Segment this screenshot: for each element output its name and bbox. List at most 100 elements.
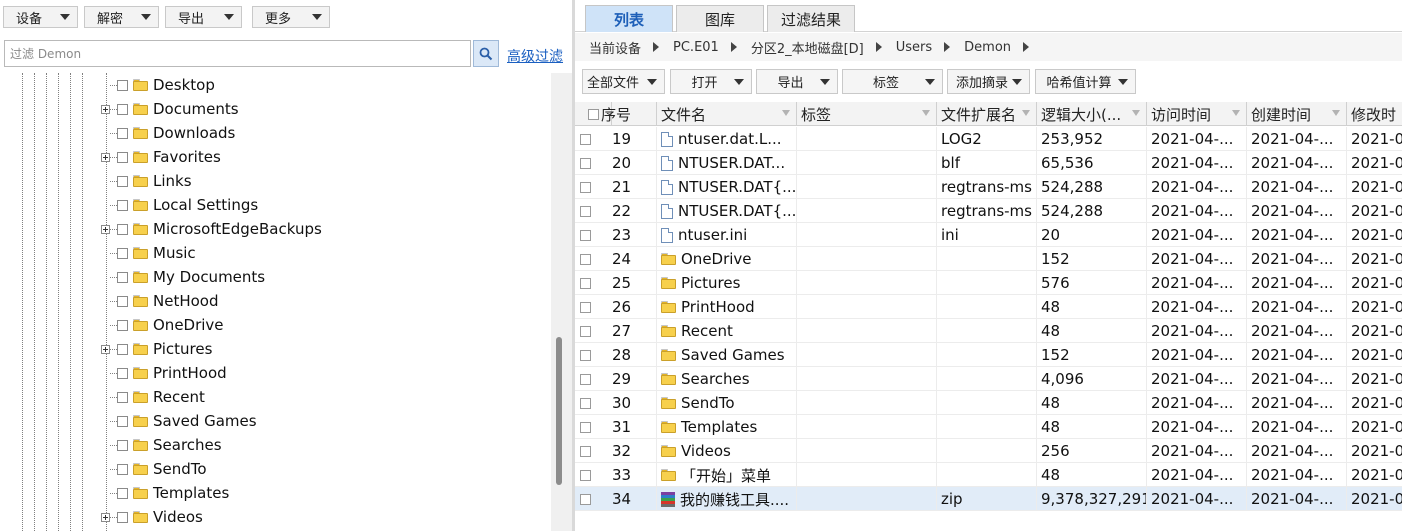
table-row[interactable]: 28 Saved Games 152 2021-04-... 2021-04-... 20… [575, 343, 1402, 367]
filter-icon[interactable] [922, 110, 930, 116]
row-checkbox[interactable] [580, 133, 591, 145]
table-row[interactable]: 20 NTUSER.DAT... blf 65,536 2021-04-... 2021-… [575, 151, 1402, 175]
tree-item-checkbox[interactable] [117, 151, 128, 163]
tree-item-checkbox[interactable] [117, 463, 128, 475]
filter-icon[interactable] [1022, 110, 1030, 116]
expand-toggle-icon[interactable] [101, 152, 110, 162]
expand-toggle-icon[interactable] [101, 512, 110, 522]
tree-item-checkbox[interactable] [117, 343, 128, 355]
more-menu-button[interactable]: 更多 [252, 6, 330, 28]
tree-item-checkbox[interactable] [117, 415, 128, 427]
table-row[interactable]: 23 ntuser.ini ini 20 2021-04-... 2021-04-... 2… [575, 223, 1402, 247]
filter-icon[interactable] [782, 110, 790, 116]
tree-item[interactable]: Local Settings [101, 193, 541, 217]
table-row[interactable]: 22 NTUSER.DAT{... regtrans-ms 524,288 2021-0… [575, 199, 1402, 223]
tree-item-checkbox[interactable] [117, 199, 128, 211]
tree-item[interactable]: NetHood [101, 289, 541, 313]
advanced-filter-link[interactable]: 高级过滤 [507, 46, 563, 66]
filter-input[interactable] [4, 40, 471, 67]
tree-item[interactable]: Templates [101, 481, 541, 505]
table-row[interactable]: 26 PrintHood 48 2021-04-... 2021-04-... 2021-… [575, 295, 1402, 319]
tree-item-checkbox[interactable] [117, 367, 128, 379]
tree-item[interactable]: Searches [101, 433, 541, 457]
tree-item[interactable]: Documents [101, 97, 541, 121]
tree-item-checkbox[interactable] [117, 103, 128, 115]
row-checkbox[interactable] [580, 181, 591, 193]
row-checkbox[interactable] [580, 157, 591, 169]
all-files-button[interactable]: 全部文件 [582, 69, 665, 94]
tree-scrollbar-thumb[interactable] [556, 337, 562, 485]
column-header-extension[interactable]: 文件扩展名 [937, 102, 1037, 126]
device-menu-button[interactable]: 设备 [3, 6, 78, 28]
breadcrumb-item-current-device[interactable]: 当前设备 [589, 38, 641, 57]
tab-filter-results[interactable]: 过滤结果 [767, 5, 855, 32]
tree-item[interactable]: MicrosoftEdgeBackups [101, 217, 541, 241]
tree-item[interactable]: OneDrive [101, 313, 541, 337]
table-row[interactable]: 33 「开始」菜单 48 2021-04-... 2021-04-... 2021-04 [575, 463, 1402, 487]
export-button[interactable]: 导出 [756, 69, 838, 94]
tree-item-checkbox[interactable] [117, 295, 128, 307]
tree-item[interactable]: Links [101, 169, 541, 193]
table-row[interactable]: 25 Pictures 576 2021-04-... 2021-04-... 2021-… [575, 271, 1402, 295]
tab-list[interactable]: 列表 [585, 5, 673, 32]
row-checkbox[interactable] [580, 253, 591, 265]
table-row[interactable]: 31 Templates 48 2021-04-... 2021-04-... 2021-… [575, 415, 1402, 439]
breadcrumb-item-demon[interactable]: Demon [964, 40, 1011, 55]
breadcrumb-item-image[interactable]: PC.E01 [673, 40, 719, 55]
tree-item-checkbox[interactable] [117, 511, 128, 523]
open-button[interactable]: 打开 [670, 69, 752, 94]
column-header-modified-time[interactable]: 修改时 [1347, 102, 1402, 126]
tree-item[interactable]: Favorites [101, 145, 541, 169]
tree-item-checkbox[interactable] [117, 319, 128, 331]
row-checkbox[interactable] [580, 421, 591, 433]
table-row[interactable]: 21 NTUSER.DAT{... regtrans-ms 524,288 2021-0… [575, 175, 1402, 199]
tree-item[interactable]: Pictures [101, 337, 541, 361]
row-checkbox[interactable] [580, 445, 591, 457]
hash-calc-button[interactable]: 哈希值计算 [1035, 69, 1136, 94]
row-checkbox[interactable] [580, 325, 591, 337]
search-button[interactable] [473, 40, 499, 67]
column-header-filename[interactable]: 文件名 [657, 102, 797, 126]
export-menu-button[interactable]: 导出 [165, 6, 242, 28]
tree-item[interactable]: Saved Games [101, 409, 541, 433]
tag-button[interactable]: 标签 [842, 69, 943, 94]
tree-item-checkbox[interactable] [117, 271, 128, 283]
table-row[interactable]: 30 SendTo 48 2021-04-... 2021-04-... 2021-04 [575, 391, 1402, 415]
row-checkbox[interactable] [580, 205, 591, 217]
tree-item-checkbox[interactable] [117, 127, 128, 139]
expand-toggle-icon[interactable] [101, 344, 110, 354]
expand-toggle-icon[interactable] [101, 224, 110, 234]
tree-scrollbar[interactable] [551, 73, 572, 531]
tree-item[interactable]: PrintHood [101, 361, 541, 385]
row-checkbox[interactable] [580, 469, 591, 481]
column-header-number[interactable]: 序号 [595, 102, 657, 126]
tree-item-checkbox[interactable] [117, 223, 128, 235]
tree-item-checkbox[interactable] [117, 247, 128, 259]
row-checkbox[interactable] [580, 229, 591, 241]
filter-icon[interactable] [1332, 110, 1340, 116]
table-row[interactable]: 19 ntuser.dat.L... LOG2 253,952 2021-04-... 2… [575, 127, 1402, 151]
tree-item-checkbox[interactable] [117, 79, 128, 91]
filter-icon[interactable] [1132, 110, 1140, 116]
tree-item-checkbox[interactable] [117, 391, 128, 403]
column-header-access-time[interactable]: 访问时间 [1147, 102, 1247, 126]
row-checkbox[interactable] [580, 493, 591, 505]
expand-toggle-icon[interactable] [101, 104, 110, 114]
tree-item-checkbox[interactable] [117, 439, 128, 451]
breadcrumb-item-partition[interactable]: 分区2_本地磁盘[D] [751, 38, 864, 57]
tree-item[interactable]: Recent [101, 385, 541, 409]
column-header-created-time[interactable]: 创建时间 [1247, 102, 1347, 126]
add-excerpt-button[interactable]: 添加摘录 [947, 69, 1030, 94]
column-header-logical-size[interactable]: 逻辑大小(... [1037, 102, 1147, 126]
tree-item-checkbox[interactable] [117, 175, 128, 187]
tree-item[interactable]: SendTo [101, 457, 541, 481]
decrypt-menu-button[interactable]: 解密 [84, 6, 159, 28]
tree-item[interactable]: Desktop [101, 73, 541, 97]
row-checkbox[interactable] [580, 301, 591, 313]
table-row[interactable]: 34 我的赚钱工具.... zip 9,378,327,291 2021-04-... 2… [575, 487, 1402, 511]
row-checkbox[interactable] [580, 397, 591, 409]
column-header-tag[interactable]: 标签 [797, 102, 937, 126]
breadcrumb-item-users[interactable]: Users [896, 40, 932, 55]
tree-item-checkbox[interactable] [117, 487, 128, 499]
tree-item[interactable]: Music [101, 241, 541, 265]
